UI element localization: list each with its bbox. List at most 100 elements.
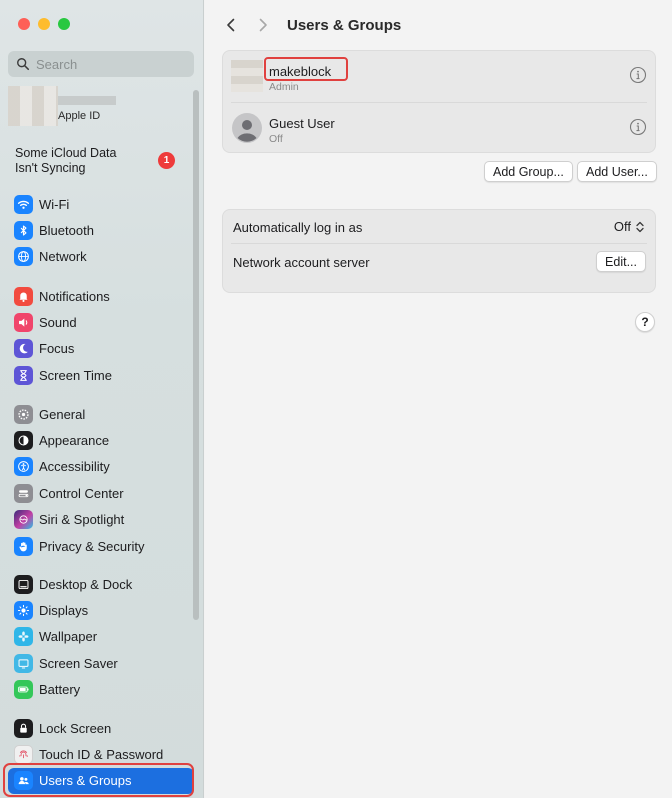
sidebar-item-label: Sound [39, 315, 77, 331]
sidebar-item-label: Appearance [39, 433, 110, 449]
info-icon[interactable] [629, 118, 647, 136]
user-name: Guest User [269, 116, 335, 131]
guest-avatar-icon [232, 113, 262, 143]
auto-login-label: Automatically log in as [233, 220, 363, 235]
sidebar-item-accessibility[interactable]: Accessibility [8, 454, 194, 480]
toolbar: Users & Groups [205, 10, 672, 40]
flower-icon [14, 627, 33, 647]
bell-icon [14, 286, 33, 306]
auto-login-popup[interactable]: Off [614, 219, 645, 234]
sidebar-group-notifications: Notifications Sound Focus Screen Time [8, 283, 194, 389]
auto-login-value: Off [613, 219, 631, 234]
sidebar-item-lock-screen[interactable]: Lock Screen [8, 715, 194, 741]
divider [231, 102, 647, 103]
accessibility-icon [14, 457, 33, 477]
speaker-icon [14, 313, 33, 333]
selection-highlight-user [264, 57, 348, 81]
sidebar-item-privacy-security[interactable]: Privacy & Security [8, 533, 194, 559]
sidebar-item-wallpaper[interactable]: Wallpaper [8, 624, 194, 650]
lock-icon [14, 718, 33, 738]
sidebar-item-label: Bluetooth [39, 223, 94, 239]
sidebar-item-bluetooth[interactable]: Bluetooth [8, 217, 194, 243]
sidebar-item-label: Battery [39, 682, 81, 698]
minimize-button[interactable] [38, 18, 50, 30]
network-server-label: Network account server [233, 255, 370, 270]
sidebar-item-appearance[interactable]: Appearance [8, 427, 194, 453]
wifi-icon [14, 194, 33, 214]
sidebar-item-label: Accessibility [39, 459, 110, 475]
login-settings: Automatically log in as Off Network acco… [222, 209, 656, 293]
sidebar-item-notifications[interactable]: Notifications [8, 283, 194, 309]
add-group-button[interactable]: Add Group... [484, 161, 573, 182]
selection-highlight [3, 763, 194, 797]
sidebar-item-label: Privacy & Security [39, 538, 145, 554]
search-icon [17, 58, 30, 71]
siri-icon [14, 510, 33, 530]
moon-icon [14, 339, 33, 359]
appearance-icon [14, 431, 33, 451]
hand-icon [14, 536, 33, 556]
screen-saver-icon [14, 653, 33, 673]
help-button[interactable]: ? [635, 312, 655, 332]
sidebar-group-connectivity: Wi-Fi Bluetooth Network [8, 191, 194, 270]
sidebar-item-label: Siri & Spotlight [39, 512, 125, 528]
divider [231, 243, 647, 244]
sidebar-item-label: Screen Time [39, 367, 112, 383]
page-title: Users & Groups [287, 17, 402, 34]
sidebar-item-label: Touch ID & Password [39, 747, 164, 763]
sidebar-scrollbar[interactable] [193, 90, 199, 620]
sidebar-item-label: Lock Screen [39, 720, 112, 736]
apple-id-row[interactable]: Apple ID [8, 86, 194, 126]
sidebar-item-label: Wallpaper [39, 629, 98, 645]
sidebar-item-network[interactable]: Network [8, 244, 194, 270]
avatar [8, 86, 58, 126]
sidebar-group-general: General Appearance Accessibility Control… [8, 401, 194, 559]
sidebar-item-wifi[interactable]: Wi-Fi [8, 191, 194, 217]
forward-chevron-icon[interactable] [255, 17, 271, 33]
user-row-guest[interactable]: Guest User Off [231, 106, 649, 150]
sidebar-item-label: Displays [39, 603, 89, 619]
sidebar-item-label: Wi-Fi [39, 196, 70, 212]
main-pane: Users & Groups makeblock Admin Guest Use… [205, 0, 672, 798]
sidebar-item-label: Control Center [39, 485, 124, 501]
sidebar-item-screen-time[interactable]: Screen Time [8, 362, 194, 388]
sidebar-item-displays[interactable]: Displays [8, 597, 194, 623]
sidebar-item-sound[interactable]: Sound [8, 309, 194, 335]
close-button[interactable] [18, 18, 30, 30]
zoom-button[interactable] [58, 18, 70, 30]
traffic-lights [18, 18, 70, 30]
icloud-sync-notice[interactable]: Some iCloud Data Isn't Syncing 1 [15, 146, 195, 176]
sidebar-group-desktop: Desktop & Dock Displays Wallpaper Screen… [8, 571, 194, 703]
sidebar-item-general[interactable]: General [8, 401, 194, 427]
sidebar-item-battery[interactable]: Battery [8, 677, 194, 703]
sidebar-item-control-center[interactable]: Control Center [8, 480, 194, 506]
sidebar-item-focus[interactable]: Focus [8, 336, 194, 362]
sidebar-item-siri-spotlight[interactable]: Siri & Spotlight [8, 507, 194, 533]
battery-icon [14, 680, 33, 700]
sidebar-item-screen-saver[interactable]: Screen Saver [8, 650, 194, 676]
gear-icon [14, 404, 33, 424]
sidebar: Apple ID Some iCloud Data Isn't Syncing … [0, 0, 204, 798]
account-name-redacted [58, 96, 116, 105]
info-icon[interactable] [629, 66, 647, 84]
search-field[interactable] [8, 51, 194, 77]
settings-window: Apple ID Some iCloud Data Isn't Syncing … [0, 0, 672, 798]
notification-badge: 1 [158, 152, 175, 169]
bluetooth-icon [14, 221, 33, 241]
fingerprint-icon [14, 745, 33, 765]
avatar [231, 60, 263, 92]
sidebar-item-label: Notifications [39, 288, 110, 304]
sidebar-item-desktop-dock[interactable]: Desktop & Dock [8, 571, 194, 597]
stepper-chevron-icon [636, 221, 644, 232]
sidebar-item-label: Focus [39, 341, 75, 357]
user-role: Admin [269, 81, 299, 93]
user-role: Off [269, 133, 283, 145]
add-user-button[interactable]: Add User... [577, 161, 657, 182]
back-chevron-icon[interactable] [223, 17, 239, 33]
search-input[interactable] [36, 56, 186, 72]
sun-icon [14, 601, 33, 621]
globe-icon [14, 247, 33, 267]
edit-button[interactable]: Edit... [596, 251, 646, 272]
sidebar-item-label: Screen Saver [39, 655, 118, 671]
sidebar-item-label: Desktop & Dock [39, 576, 133, 592]
